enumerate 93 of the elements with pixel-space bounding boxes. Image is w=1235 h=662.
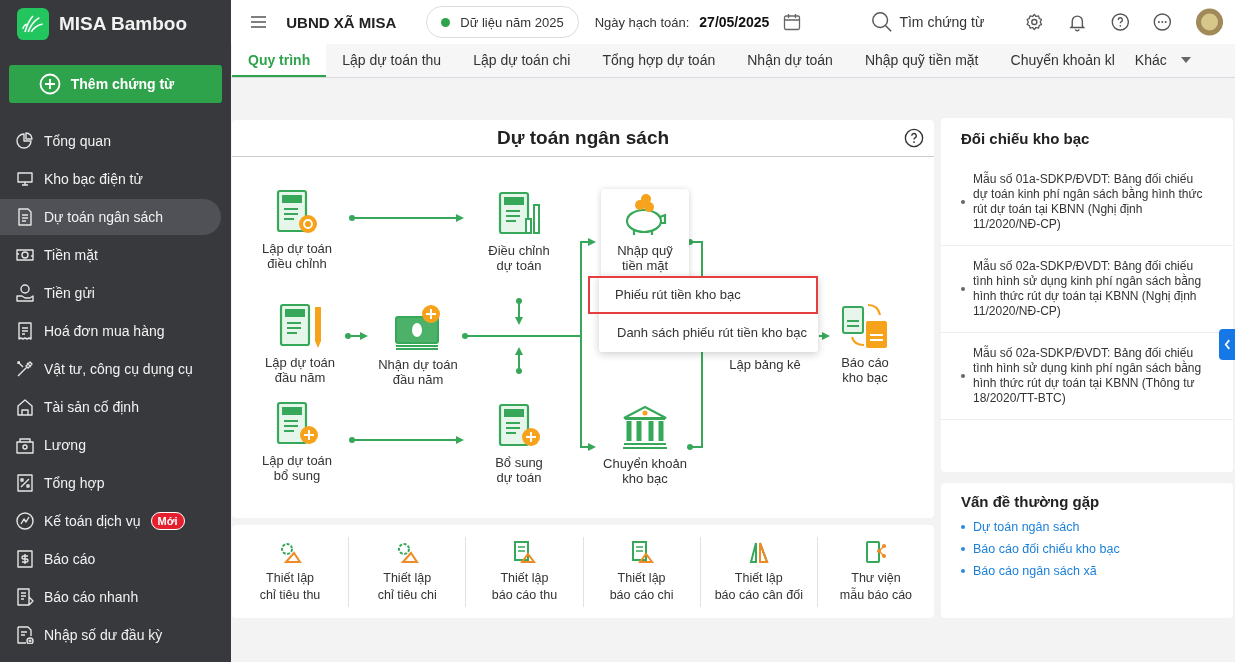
monitor-icon	[16, 170, 34, 188]
menu-item[interactable]: Phiếu rút tiền kho bạc	[588, 275, 818, 314]
tab[interactable]: Nhận dự toán	[731, 44, 849, 77]
help-icon[interactable]	[904, 128, 924, 148]
report-link[interactable]: Mẫu số 02a-SDKP/ĐVDT: Bảng đối chiếu tình hình sử dụng kinh phí ngân sách bằng hình thức rút dự toán tại KBNN (Nghị định 11/2020/NĐ-CP)	[973, 259, 1209, 319]
sidebar-item[interactable]: Tiền mặt	[0, 237, 221, 273]
setup-shortcut[interactable]: Thiết lập báo cáo cân đối	[699, 536, 817, 607]
flow-arrow	[515, 346, 523, 374]
sidebar-item[interactable]: Tiền gửi	[0, 275, 221, 311]
app-name: MISA Bamboo	[59, 13, 188, 35]
sidebar-item[interactable]: Tổng quan	[0, 123, 221, 159]
bamboo-logo-icon	[17, 8, 49, 40]
report-link[interactable]: Mẫu số 02a-SDKP/ĐVDT: Bảng đối chiếu tình hình sử dụng kinh phí ngân sách bằng hình thức rút dự toán tại KBNN (Thông tư 18/2020/TT-BTC)	[973, 346, 1209, 406]
document-icon	[16, 208, 34, 226]
setup-shortcut[interactable]: Thiết lập báo cáo thu	[465, 536, 583, 607]
data-year-button[interactable]: Dữ liệu năm 2025	[426, 6, 579, 38]
tab[interactable]: Lập dự toán thu	[326, 44, 458, 77]
setup-shortcut[interactable]: Thư viện mẫu báo cáo	[816, 536, 935, 607]
sidebar-item[interactable]: Tổng hợp	[0, 465, 221, 501]
flow-step[interactable]: Lập dự toán bổ sung	[237, 398, 357, 483]
banknote-plus-icon	[393, 302, 443, 353]
posting-date-label: Ngày hạch toán:	[594, 14, 690, 30]
chevron-left-icon	[1223, 339, 1231, 350]
flow-step[interactable]: Lập dự toán đầu năm	[240, 300, 360, 385]
sidebar-item[interactable]: Tài sản cố định	[0, 389, 221, 425]
help-link[interactable]: Báo cáo đối chiếu kho bạc	[973, 542, 1120, 556]
bullet-icon	[961, 200, 965, 204]
book-share-icon	[863, 539, 888, 564]
coin-hand-icon	[16, 284, 34, 302]
flow-step[interactable]: Bổ sung dự toán	[459, 400, 579, 485]
tab[interactable]: Chuyển khoản kl	[994, 44, 1131, 77]
help-link[interactable]: Báo cáo ngân sách xã	[973, 564, 1097, 578]
chart-line-icon	[16, 512, 34, 530]
sidebar-item[interactable]: Nhập số dư đầu kỳ	[0, 617, 221, 653]
sidebar-item[interactable]: Lương	[0, 427, 221, 463]
new-badge: Mới	[150, 512, 185, 530]
flow-step[interactable]: Điều chỉnh dự toán	[459, 188, 579, 273]
help-link[interactable]: Dự toán ngân sách	[973, 520, 1080, 534]
building-icon	[16, 398, 34, 416]
setup-shortcut[interactable]: Thiết lập báo cáo chi	[582, 536, 700, 607]
sidebar-item[interactable]: Dự toán ngân sách	[0, 199, 221, 235]
flow-step[interactable]: Nhập quỹ tiền mặt	[601, 188, 689, 279]
posting-date: 27/05/2025	[699, 14, 770, 30]
setup-shortcut[interactable]: Thiết lập chỉ tiêu chi	[348, 536, 466, 607]
document-triangle-icon	[512, 539, 537, 564]
sidebar-item[interactable]: Kho bạc điện tử	[0, 161, 221, 197]
bullet-icon	[961, 547, 965, 551]
organization-name: UBND XÃ MISA	[286, 13, 397, 31]
import-doc-icon	[16, 626, 34, 644]
tab[interactable]: Tổng hợp dự toán	[586, 44, 732, 77]
banknote-icon	[16, 246, 34, 264]
sidebar-item[interactable]: Báo cáo	[0, 541, 221, 577]
panel-title: Vấn đề thường gặp	[960, 492, 1101, 512]
calendar-icon[interactable]	[783, 13, 802, 31]
tools-icon	[16, 360, 34, 378]
section-title: Dự toán ngân sách	[496, 126, 670, 149]
sidebar-item[interactable]: Vật tư, công cụ dụng cụ	[0, 351, 221, 387]
plus-circle-icon	[38, 73, 61, 95]
flow-arrow	[818, 331, 830, 340]
pie-chart-icon	[16, 132, 34, 150]
flow-step[interactable]: Lập bảng kê	[705, 356, 825, 372]
caret-icon	[1180, 56, 1191, 63]
document-triangle-icon	[629, 539, 654, 564]
search-icon	[871, 11, 894, 33]
sidebar-item[interactable]: Hoá đơn mua hàng	[0, 313, 221, 349]
bullet-icon	[961, 525, 965, 529]
more-options-icon[interactable]	[1153, 11, 1172, 33]
collapse-panel-button[interactable]	[1219, 329, 1235, 360]
help-icon[interactable]	[1110, 11, 1130, 33]
settings-icon[interactable]	[1025, 11, 1044, 33]
avatar[interactable]	[1195, 6, 1223, 38]
bullet-icon	[961, 569, 965, 573]
percent-doc-icon	[16, 474, 34, 492]
flow-step[interactable]: Nhận dự toán đầu năm	[358, 302, 478, 387]
setup-shortcut[interactable]: Thiết lập chỉ tiêu thu	[232, 536, 349, 607]
report-icon	[16, 588, 34, 606]
menu-item[interactable]: Danh sách phiếu rút tiền kho bạc	[599, 313, 818, 352]
flow-arrow	[515, 297, 523, 325]
sidebar-item[interactable]: Kế toán dịch vụ Mới	[0, 503, 221, 539]
flow-step[interactable]: Chuyển khoản kho bạc	[585, 401, 705, 486]
panel-title: Đối chiếu kho bạc	[960, 129, 1091, 149]
dollar-doc-icon	[16, 550, 34, 568]
invoice-icon	[16, 322, 34, 340]
tab[interactable]: Nhập quỹ tiền mặt	[848, 44, 995, 77]
flow-arrow	[345, 331, 368, 340]
flow-step[interactable]: Lập dự toán điều chỉnh	[237, 186, 357, 271]
menu-icon[interactable]	[251, 15, 267, 29]
bullet-icon	[961, 374, 965, 378]
sidebar-item[interactable]: Báo cáo nhanh	[0, 579, 221, 615]
bullet-icon	[961, 287, 965, 291]
report-link[interactable]: Mẫu số 01a-SDKP/ĐVDT: Bảng đối chiếu dự toán kinh phí ngân sách bằng hình thức rút dự toán tại KBNN (Nghị định 11/2020/NĐ-CP)	[973, 172, 1209, 232]
more-tab[interactable]: Khác	[1130, 44, 1195, 77]
tab[interactable]: Lập dự toán chi	[457, 44, 587, 77]
